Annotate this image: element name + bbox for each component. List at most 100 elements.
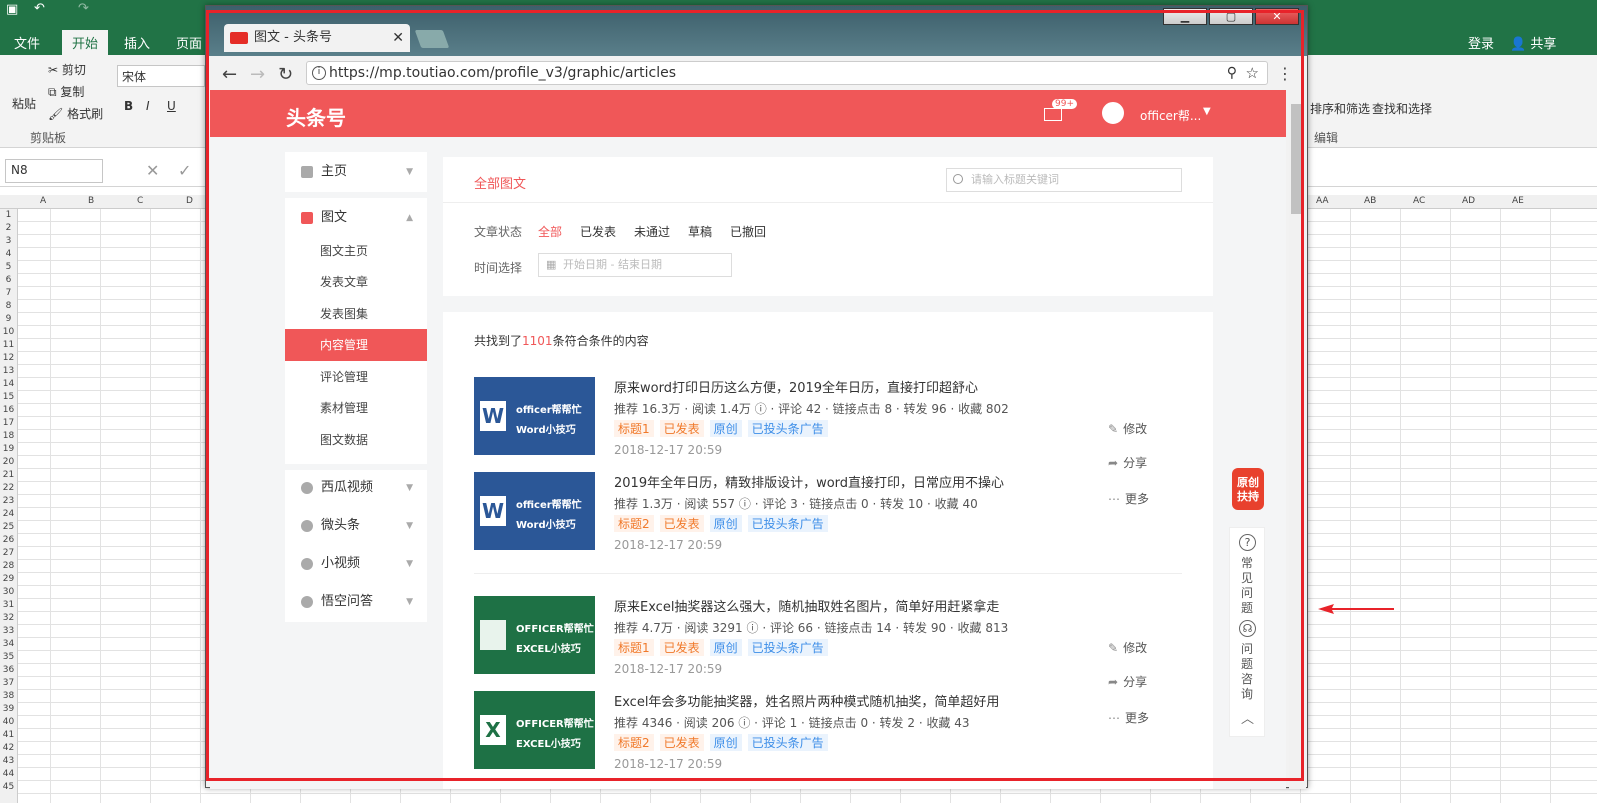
row-header[interactable]: 26 — [0, 534, 17, 547]
row-header[interactable]: 32 — [0, 612, 17, 625]
article-title[interactable]: 原来word打印日历这么方便，2019全年日历，直接打印超舒心 — [614, 377, 978, 396]
sidebar-item-small-video[interactable]: 小视频 ▼ — [285, 548, 427, 580]
name-box[interactable]: N8 — [5, 159, 103, 183]
row-header[interactable]: 29 — [0, 573, 17, 586]
row-header[interactable]: 17 — [0, 417, 17, 430]
back-icon[interactable]: ← — [222, 64, 237, 85]
edit-button[interactable]: ✎ 修改 — [1108, 420, 1147, 437]
format-painter-button[interactable]: 🖌 格式刷 — [48, 105, 103, 122]
row-header[interactable]: 21 — [0, 469, 17, 482]
redo-icon[interactable]: ↷ — [78, 1, 89, 16]
browser-menu-icon[interactable]: ⋮ — [1277, 64, 1293, 83]
article-thumbnail[interactable]: OFFICER帮帮忙 EXCEL小技巧 — [474, 596, 595, 674]
article-title[interactable]: 原来Excel抽奖器这么强大，随机抽取姓名图片，简单好用赶紧拿走 — [614, 596, 999, 615]
save-icon[interactable]: ▣ — [6, 2, 18, 17]
column-header[interactable]: AD — [1462, 196, 1475, 206]
tab-insert[interactable]: 插入 — [124, 33, 150, 52]
row-header[interactable]: 23 — [0, 495, 17, 508]
row-header[interactable]: 33 — [0, 625, 17, 638]
row-header[interactable]: 35 — [0, 651, 17, 664]
search-input[interactable]: 请输入标题关键词 — [946, 168, 1182, 192]
row-header[interactable]: 39 — [0, 703, 17, 716]
row-header[interactable]: 12 — [0, 352, 17, 365]
status-withdrawn[interactable]: 已撤回 — [730, 223, 766, 240]
row-header[interactable]: 43 — [0, 755, 17, 768]
date-range-input[interactable]: ▦ 开始日期 - 结束日期 — [538, 253, 732, 277]
enter-icon[interactable]: ✓ — [178, 161, 191, 180]
row-header[interactable]: 40 — [0, 716, 17, 729]
row-header[interactable]: 22 — [0, 482, 17, 495]
find-select-button[interactable]: 查找和选择 — [1372, 100, 1432, 117]
column-header[interactable]: AC — [1413, 196, 1425, 206]
headset-icon[interactable]: ☊ — [1239, 620, 1256, 637]
row-header[interactable]: 13 — [0, 365, 17, 378]
row-header[interactable]: 30 — [0, 586, 17, 599]
column-header[interactable]: AE — [1512, 196, 1524, 206]
row-header[interactable]: 10 — [0, 326, 17, 339]
article-thumbnail[interactable]: W officer帮帮忙 Word小技巧 — [474, 377, 595, 455]
column-header[interactable]: C — [137, 196, 143, 206]
sort-filter-button[interactable]: 排序和筛选 — [1310, 100, 1370, 117]
status-published[interactable]: 已发表 — [580, 223, 616, 240]
share-article-button[interactable]: ➦ 分享 — [1108, 673, 1147, 690]
close-window-button[interactable]: ✕ — [1255, 8, 1299, 25]
sidebar-sub-publish-gallery[interactable]: 发表图集 — [285, 298, 427, 330]
share-button[interactable]: 👤 共享 — [1510, 33, 1556, 52]
bookmark-star-icon[interactable]: ☆ — [1246, 62, 1259, 84]
more-button[interactable]: ⋯ 更多 — [1108, 709, 1149, 726]
tab-home[interactable]: 开始 — [62, 30, 109, 55]
status-draft[interactable]: 草稿 — [688, 223, 712, 240]
copy-button[interactable]: ⧉ 复制 — [48, 83, 84, 100]
sidebar-item-weitoutiao[interactable]: 微头条 ▼ — [285, 510, 427, 542]
sidebar-sub-content-manage[interactable]: 内容管理 — [285, 329, 427, 361]
site-logo[interactable]: 头条号 — [286, 102, 346, 131]
avatar[interactable] — [1102, 102, 1124, 124]
tab-page[interactable]: 页面 — [176, 33, 202, 52]
username[interactable]: officer帮... — [1140, 107, 1201, 124]
sidebar-item-xigua[interactable]: 西瓜视频 ▼ — [285, 472, 427, 504]
column-header[interactable]: D — [186, 196, 193, 206]
row-header[interactable]: 4 — [0, 248, 17, 261]
tab-file[interactable]: 文件 — [14, 33, 40, 52]
row-header[interactable]: 38 — [0, 690, 17, 703]
row-header[interactable]: 19 — [0, 443, 17, 456]
original-support-badge[interactable]: 原创扶持 — [1232, 468, 1264, 510]
cancel-icon[interactable]: ✕ — [146, 161, 159, 180]
maximize-button[interactable]: ▢ — [1209, 8, 1253, 25]
article-thumbnail[interactable]: W officer帮帮忙 Word小技巧 — [474, 472, 595, 550]
italic-button[interactable]: I — [146, 99, 150, 113]
paste-button[interactable]: 粘贴 — [12, 95, 36, 112]
row-header[interactable]: 15 — [0, 391, 17, 404]
chevron-down-icon[interactable]: ▼ — [1203, 106, 1211, 117]
article-title[interactable]: 2019年全年日历，精致排版设计，word直接打印，日常应用不操心 — [614, 472, 1004, 491]
row-header[interactable]: 37 — [0, 677, 17, 690]
row-header[interactable]: 8 — [0, 300, 17, 313]
row-header[interactable]: 20 — [0, 456, 17, 469]
sidebar-sub-comment-manage[interactable]: 评论管理 — [285, 361, 427, 393]
article-title[interactable]: Excel年会多功能抽奖器，姓名照片两种模式随机抽奖，简单超好用 — [614, 691, 999, 710]
column-header[interactable]: B — [88, 196, 94, 206]
column-header[interactable]: A — [40, 196, 46, 206]
login-link[interactable]: 登录 — [1468, 33, 1494, 52]
row-header[interactable]: 41 — [0, 729, 17, 742]
sidebar-sub-graphic-home[interactable]: 图文主页 — [285, 235, 427, 267]
row-header[interactable]: 28 — [0, 560, 17, 573]
reload-icon[interactable]: ↻ — [278, 64, 293, 85]
page-scrollbar[interactable] — [1289, 90, 1306, 789]
status-all[interactable]: 全部 — [538, 223, 562, 240]
cut-button[interactable]: ✂ 剪切 — [48, 61, 86, 78]
article-thumbnail[interactable]: X OFFICER帮帮忙 EXCEL小技巧 — [474, 691, 595, 769]
column-header[interactable]: AA — [1316, 196, 1329, 206]
sidebar-sub-graphic-data[interactable]: 图文数据 — [285, 424, 427, 456]
row-header[interactable]: 3 — [0, 235, 17, 248]
row-header[interactable]: 24 — [0, 508, 17, 521]
row-header[interactable]: 34 — [0, 638, 17, 651]
sidebar-item-graphic[interactable]: 图文 ▲ — [285, 202, 427, 234]
row-header[interactable]: 14 — [0, 378, 17, 391]
sidebar-sub-material-manage[interactable]: 素材管理 — [285, 392, 427, 424]
sidebar-sub-publish-article[interactable]: 发表文章 — [285, 266, 427, 298]
sidebar-item-home[interactable]: 主页 ▼ — [285, 156, 427, 188]
back-to-top-icon[interactable]: ︿ — [1241, 708, 1254, 727]
minimize-button[interactable]: ▁ — [1163, 8, 1207, 25]
undo-icon[interactable]: ↶ — [34, 1, 45, 16]
